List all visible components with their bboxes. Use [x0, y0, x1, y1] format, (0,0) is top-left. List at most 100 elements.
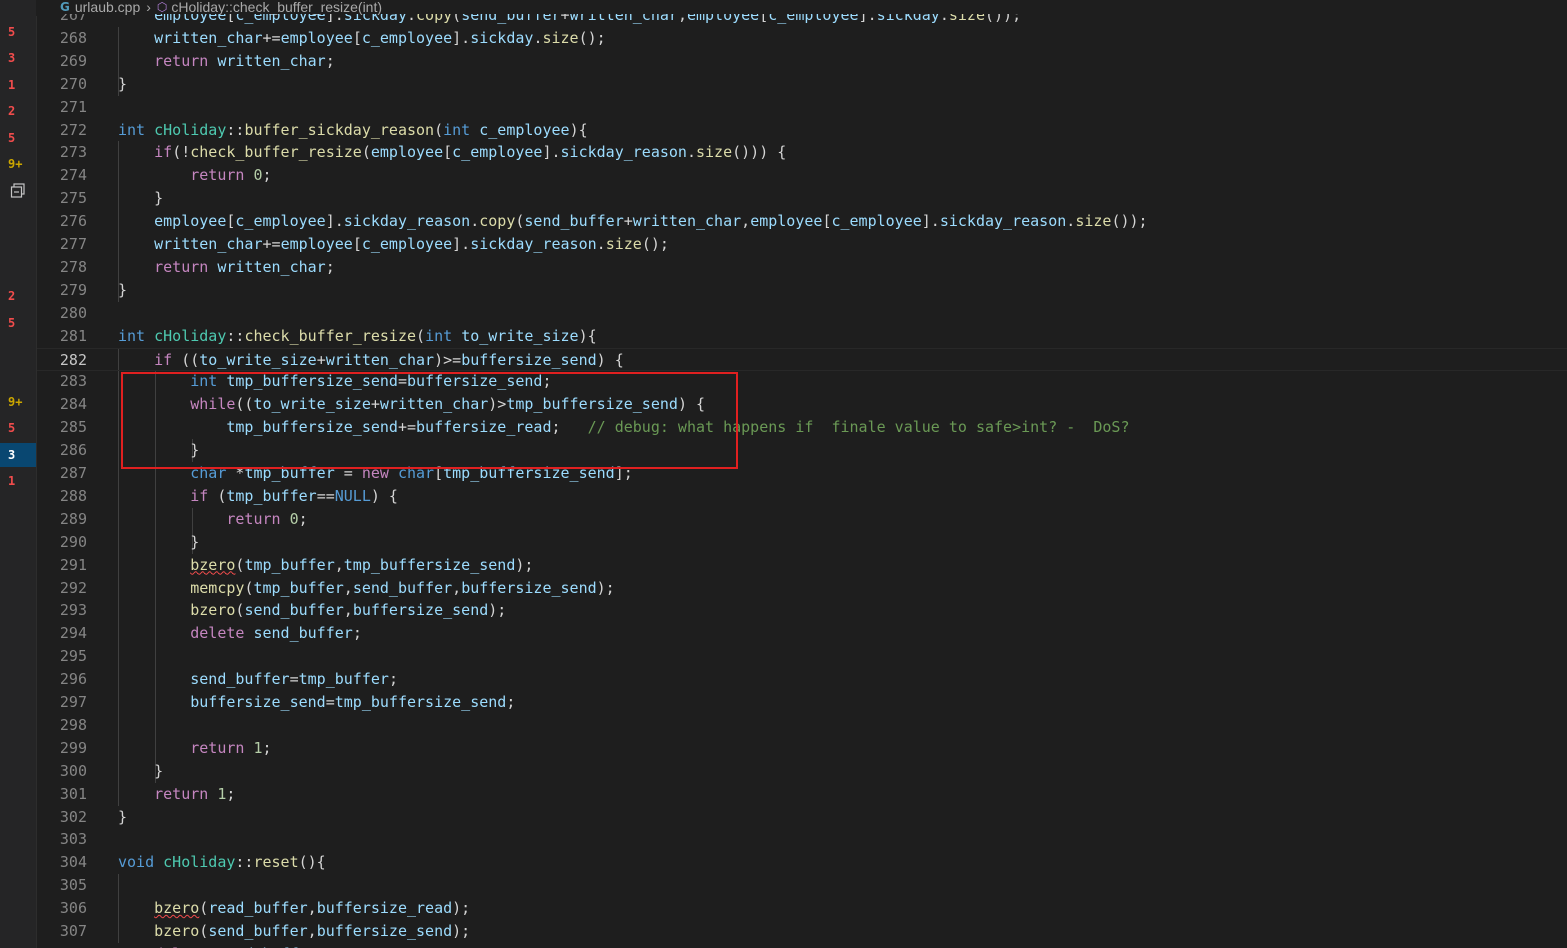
code-token: ::	[235, 853, 254, 872]
code-line[interactable]: 295	[37, 645, 1567, 668]
line-number: 283	[59, 372, 87, 391]
code-token: ].	[921, 212, 940, 231]
problem-count-badge[interactable]: 2	[0, 99, 36, 123]
code-line[interactable]: 292 memcpy(tmp_buffer,send_buffer,buffer…	[37, 577, 1567, 600]
problem-count-badge[interactable]: 5	[0, 416, 36, 440]
code-token: if	[154, 350, 173, 369]
code-line[interactable]: 291 bzero(tmp_buffer,tmp_buffersize_send…	[37, 554, 1567, 577]
line-number: 275	[59, 189, 87, 208]
code-line[interactable]: 297 buffersize_send=tmp_buffersize_send;	[37, 691, 1567, 714]
line-number: 289	[59, 509, 87, 528]
code-line[interactable]: 294 delete send_buffer;	[37, 622, 1567, 645]
problem-count-badge[interactable]: 9+	[0, 390, 36, 414]
code-token: (	[208, 486, 227, 505]
code-line[interactable]: 288 if (tmp_buffer==NULL) {	[37, 485, 1567, 508]
code-line[interactable]: 296 send_buffer=tmp_buffer;	[37, 668, 1567, 691]
code-token: int	[118, 326, 146, 345]
code-line[interactable]: 278 return written_char;	[37, 256, 1567, 279]
code-token: tmp_buffersize_send	[334, 693, 507, 711]
code-token: ;	[542, 372, 552, 391]
code-text: return 1;	[118, 737, 271, 760]
problem-count-badge[interactable]: 5	[0, 126, 36, 150]
code-text: int cHoliday::buffer_sickday_reason(int …	[118, 119, 588, 142]
code-text: while((to_write_size+written_char)>tmp_b…	[118, 393, 705, 416]
code-token: ();	[578, 28, 606, 47]
code-line[interactable]: 302}	[37, 806, 1567, 829]
breadcrumb-symbol[interactable]: cHoliday::check_buffer_resize(int)	[171, 0, 382, 15]
code-line[interactable]: 307 bzero(send_buffer,buffersize_send);	[37, 920, 1567, 943]
code-line[interactable]: 286 }	[37, 439, 1567, 462]
code-line[interactable]: 274 return 0;	[37, 164, 1567, 187]
code-text: int tmp_buffersize_send=buffersize_send;	[118, 370, 552, 393]
code-token: *	[226, 464, 245, 482]
code-token: =	[325, 693, 335, 711]
code-line[interactable]: 280	[37, 302, 1567, 325]
problem-count-badge[interactable]: 9+	[0, 152, 36, 176]
code-line[interactable]: 268 written_char+=employee[c_employee].s…	[37, 27, 1567, 50]
problem-count-badge[interactable]: 5	[0, 311, 36, 335]
code-token: (	[416, 326, 426, 345]
code-token: void	[118, 853, 155, 872]
code-line[interactable]: 283 int tmp_buffersize_send=buffersize_s…	[37, 370, 1567, 393]
code-text: return 0;	[118, 164, 271, 187]
problem-count-badge[interactable]: 2	[0, 284, 36, 308]
code-line[interactable]: 275 }	[37, 187, 1567, 210]
code-text: if(!check_buffer_resize(employee[c_emplo…	[118, 141, 786, 164]
code-token: written_char	[154, 28, 263, 47]
code-line[interactable]: 267 employee[c_employee].sickday.copy(se…	[37, 14, 1567, 27]
code-text: memcpy(tmp_buffer,send_buffer,buffersize…	[118, 577, 614, 600]
code-token: buffer_sickday_reason	[244, 120, 435, 139]
code-token: written_char	[325, 350, 435, 369]
problem-count-badge[interactable]: 1	[0, 73, 36, 97]
code-line[interactable]: 293 bzero(send_buffer,buffersize_send);	[37, 599, 1567, 622]
problem-count-badge[interactable]: 3	[0, 443, 36, 467]
code-line[interactable]: 285 tmp_buffersize_send+=buffersize_read…	[37, 416, 1567, 439]
problem-count-badge[interactable]: 1	[0, 469, 36, 493]
code-token: int	[425, 326, 453, 345]
code-line[interactable]: 301 return 1;	[37, 783, 1567, 806]
code-line[interactable]: 271	[37, 96, 1567, 119]
code-line[interactable]: 298	[37, 714, 1567, 737]
code-token: tmp_buffersize_send	[443, 464, 615, 482]
line-number: 290	[59, 532, 87, 551]
code-line[interactable]: 269 return written_char;	[37, 50, 1567, 73]
code-line[interactable]: 272 int cHoliday::buffer_sickday_reason(i…	[37, 119, 1567, 142]
code-line[interactable]: 304 void cHoliday::reset(){	[37, 851, 1567, 874]
code-text: char *tmp_buffer = new char[tmp_buffersi…	[118, 462, 633, 485]
code-line[interactable]: 289 return 0;	[37, 508, 1567, 531]
code-line[interactable]: 300 }	[37, 760, 1567, 783]
code-line[interactable]: 276 employee[c_employee].sickday_reason.…	[37, 210, 1567, 233]
code-token: send_buffer	[253, 624, 353, 643]
code-line[interactable]: 305	[37, 874, 1567, 897]
code-line[interactable]: 303	[37, 828, 1567, 851]
collapse-all-icon[interactable]	[10, 183, 26, 199]
line-number: 298	[59, 715, 87, 734]
code-token: 0	[253, 166, 263, 185]
problem-count-badge[interactable]: 3	[0, 46, 36, 70]
code-line[interactable]: 308 delete read_buffer;	[37, 943, 1567, 948]
code-token: sickday	[343, 14, 407, 24]
breadcrumb-file[interactable]: urlaub.cpp	[75, 0, 140, 15]
code-line[interactable]: 290 }	[37, 531, 1567, 554]
code-line[interactable]: 273 if(!check_buffer_resize(employee[c_e…	[37, 141, 1567, 164]
code-token: [	[759, 14, 769, 24]
code-line[interactable]: 282 if ((to_write_size+written_char)>=bu…	[37, 347, 1567, 371]
code-line[interactable]: 281 int cHoliday::check_buffer_resize(int…	[37, 325, 1567, 348]
code-line[interactable]: 299 return 1;	[37, 737, 1567, 760]
code-token: ) {	[677, 395, 706, 414]
code-editor[interactable]: 267 employee[c_employee].sickday.copy(se…	[37, 14, 1567, 948]
code-line[interactable]: 284 while((to_write_size+written_char)>t…	[37, 393, 1567, 416]
code-line[interactable]: 277 written_char+=employee[c_employee].s…	[37, 233, 1567, 256]
code-line[interactable]: 306 bzero(read_buffer,buffersize_read);	[37, 897, 1567, 920]
code-line[interactable]: 279}	[37, 279, 1567, 302]
problem-count-badge[interactable]: 5	[0, 20, 36, 44]
code-line[interactable]: 287 char *tmp_buffer = new char[tmp_buff…	[37, 462, 1567, 485]
code-line[interactable]: 270}	[37, 73, 1567, 96]
